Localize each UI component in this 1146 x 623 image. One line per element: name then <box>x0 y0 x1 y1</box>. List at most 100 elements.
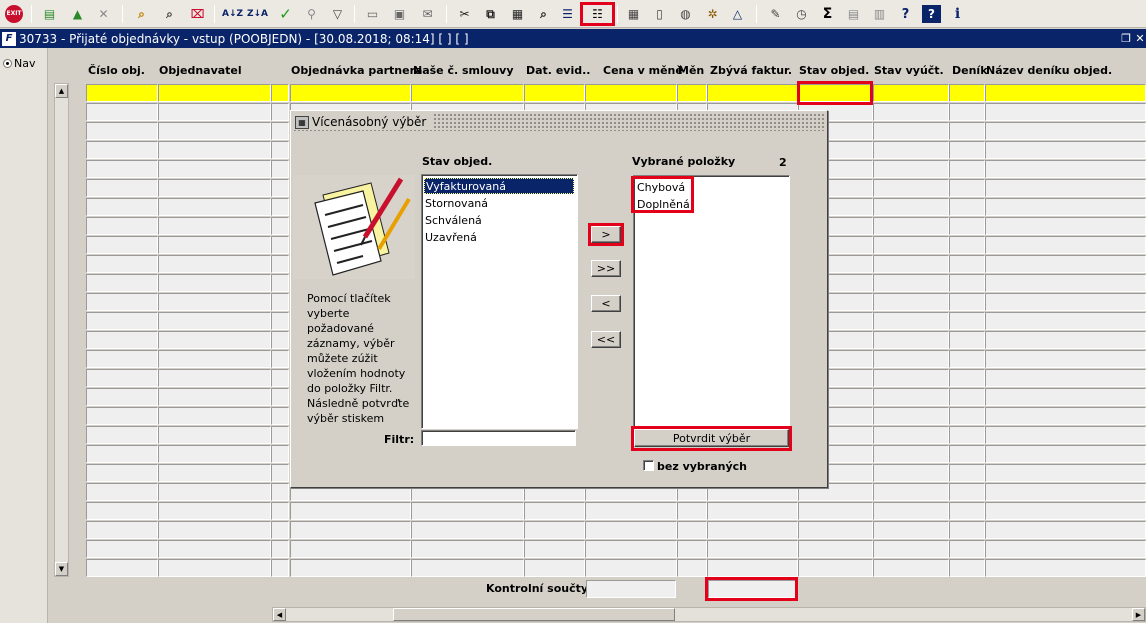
grid-cell[interactable] <box>873 426 949 444</box>
grid-cell[interactable] <box>411 84 524 102</box>
grid-cell[interactable] <box>86 445 158 463</box>
wrench-icon[interactable]: ⚲ <box>302 5 321 23</box>
grid-cell[interactable] <box>86 293 158 311</box>
grid-cell[interactable] <box>271 502 289 520</box>
grid-cell[interactable] <box>985 426 1146 444</box>
column-header[interactable]: Dat. evid.. <box>526 64 590 77</box>
without-selected-checkbox[interactable] <box>643 460 654 471</box>
multi-select-icon[interactable]: ☷ <box>580 2 615 26</box>
duplicate-record-icon[interactable]: ▲ <box>68 5 87 23</box>
grid-cell[interactable] <box>985 122 1146 140</box>
grid-cell[interactable] <box>985 293 1146 311</box>
grid-cell[interactable] <box>985 217 1146 235</box>
grid-cell[interactable] <box>873 160 949 178</box>
grid-cell[interactable] <box>985 502 1146 520</box>
grid-cell[interactable] <box>873 483 949 501</box>
grid-cell[interactable] <box>158 160 271 178</box>
find-replace-icon[interactable]: ⌕ <box>534 5 553 23</box>
grid-cell[interactable] <box>873 464 949 482</box>
grid-cell[interactable] <box>949 312 985 330</box>
list-item[interactable]: Vyfakturovaná <box>424 178 574 194</box>
grid-cell[interactable] <box>873 388 949 406</box>
grid-cell[interactable] <box>949 388 985 406</box>
grid-cell[interactable] <box>985 179 1146 197</box>
query-enter-icon[interactable]: ⌕ <box>132 5 151 23</box>
grid-cell[interactable] <box>86 483 158 501</box>
grid-cell[interactable] <box>158 141 271 159</box>
grid-cell[interactable] <box>158 350 271 368</box>
grid-cell[interactable] <box>873 540 949 558</box>
grid-cell[interactable] <box>86 350 158 368</box>
grid-cell[interactable] <box>86 559 158 577</box>
scroll-left-icon[interactable]: ◀ <box>273 608 286 621</box>
column-header[interactable]: Objednavatel <box>159 64 242 77</box>
grid-cell[interactable] <box>86 255 158 273</box>
grid-cell[interactable] <box>985 483 1146 501</box>
edit-icon[interactable]: ✎ <box>766 5 785 23</box>
exit-icon[interactable]: EXIT <box>5 5 23 23</box>
grid-cell[interactable] <box>677 521 707 539</box>
grid-cell[interactable] <box>873 236 949 254</box>
grid-cell[interactable] <box>524 502 585 520</box>
grid-cell[interactable] <box>158 217 271 235</box>
grid-cell[interactable] <box>585 84 677 102</box>
grid-cell[interactable] <box>271 331 289 349</box>
calendar-icon[interactable]: ▦ <box>624 5 643 23</box>
grid-cell[interactable] <box>411 502 524 520</box>
grid-cell[interactable] <box>798 502 873 520</box>
confirm-check-icon[interactable]: ✓ <box>276 5 295 23</box>
scroll-down-icon[interactable]: ▼ <box>55 562 68 576</box>
grid-cell[interactable] <box>873 84 949 102</box>
grid-cell[interactable] <box>86 521 158 539</box>
grid-cell[interactable] <box>86 103 158 121</box>
grid-cell[interactable] <box>873 179 949 197</box>
grid-cell[interactable] <box>707 521 798 539</box>
grid-cell[interactable] <box>873 331 949 349</box>
grid-cell[interactable] <box>86 141 158 159</box>
grid-cell[interactable] <box>873 217 949 235</box>
grid-cell[interactable] <box>158 293 271 311</box>
grid-cell[interactable] <box>985 388 1146 406</box>
grid-cell[interactable] <box>271 122 289 140</box>
grid-cell[interactable] <box>158 540 271 558</box>
grid-cell[interactable] <box>873 312 949 330</box>
grid-cell[interactable] <box>271 236 289 254</box>
grid-cell[interactable] <box>158 426 271 444</box>
grid-cell[interactable] <box>585 521 677 539</box>
grid-cell[interactable] <box>271 559 289 577</box>
grid-cell[interactable] <box>271 350 289 368</box>
grid-cell[interactable] <box>677 502 707 520</box>
source-list[interactable]: Vyfakturovaná Stornovaná Schválená Uzavř… <box>421 174 578 429</box>
grid-cell[interactable] <box>271 483 289 501</box>
filter-icon[interactable]: ▽ <box>328 5 347 23</box>
calculator-icon[interactable]: ▤ <box>844 5 863 23</box>
info-icon[interactable]: i <box>948 5 967 23</box>
grid-cell[interactable] <box>949 255 985 273</box>
close-window-icon[interactable]: ✕ <box>1133 31 1146 45</box>
grid-cell[interactable] <box>290 540 411 558</box>
print-icon[interactable]: ▭ <box>363 5 382 23</box>
grid-cell[interactable] <box>985 407 1146 425</box>
grid-cell[interactable] <box>86 312 158 330</box>
grid-cell[interactable] <box>585 502 677 520</box>
grid-cell[interactable] <box>949 122 985 140</box>
grid-cell[interactable] <box>158 388 271 406</box>
grid-cell[interactable] <box>271 217 289 235</box>
grid-cell[interactable] <box>707 540 798 558</box>
grid-cell[interactable] <box>290 521 411 539</box>
grid-cell[interactable] <box>949 331 985 349</box>
grid-cell[interactable] <box>271 312 289 330</box>
grid-cell[interactable] <box>949 217 985 235</box>
column-header[interactable]: Objednávka partnera <box>291 64 422 77</box>
grid-cell[interactable] <box>86 464 158 482</box>
grid-cell[interactable] <box>949 521 985 539</box>
sort-ascending-icon[interactable]: A↓Z <box>222 5 243 23</box>
vertical-scrollbar[interactable]: ▲ ▼ <box>54 83 69 577</box>
grid-cell[interactable] <box>524 559 585 577</box>
grid-cell[interactable] <box>271 160 289 178</box>
grid-cell[interactable] <box>985 160 1146 178</box>
grid-cell[interactable] <box>158 255 271 273</box>
grid-cell[interactable] <box>271 141 289 159</box>
grid-cell[interactable] <box>411 559 524 577</box>
grid-cell[interactable] <box>290 502 411 520</box>
